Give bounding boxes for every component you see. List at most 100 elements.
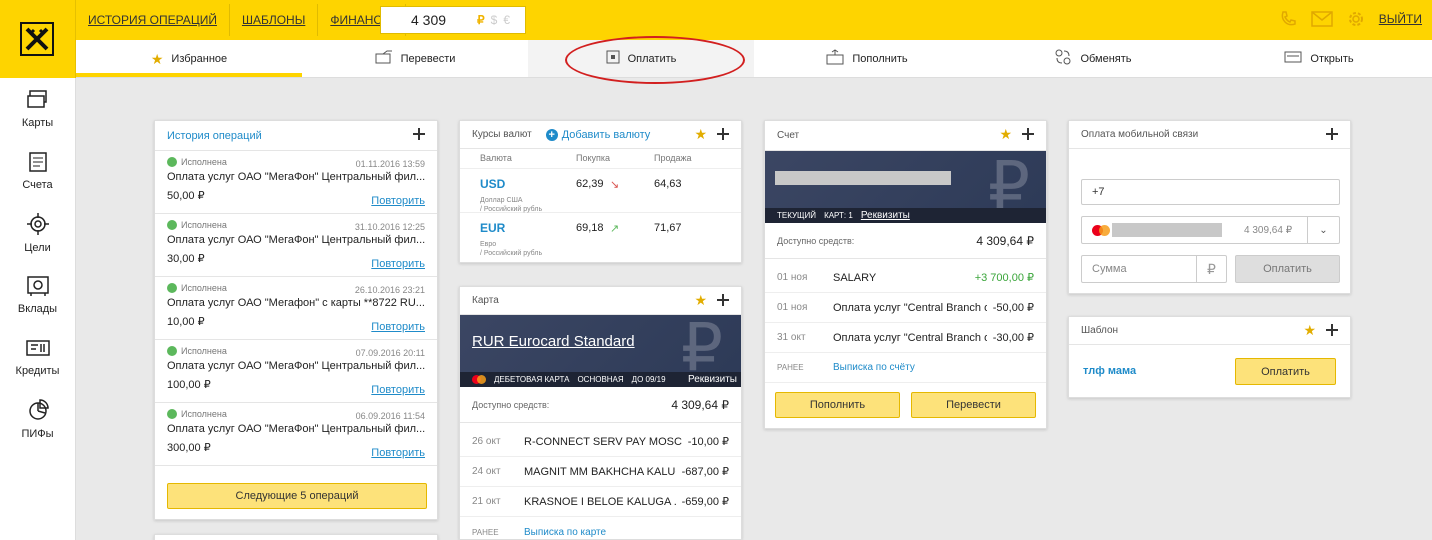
move-icon[interactable] [1326, 324, 1338, 336]
topup-button[interactable]: Пополнить [775, 392, 900, 418]
currency-code[interactable]: EUR [480, 221, 505, 235]
tab-label: Пополнить [852, 52, 908, 65]
currency-rub[interactable]: ₽ [477, 13, 485, 27]
account-statement-link[interactable]: Выписка по счёту [833, 362, 915, 373]
history-item[interactable]: Исполнена 26.10.2016 23:21 Оплата услуг … [155, 277, 437, 340]
mastercard-icon [472, 375, 486, 384]
mail-icon[interactable] [1311, 11, 1333, 27]
history-link[interactable]: ИСТОРИЯ ОПЕРАЦИЙ [76, 4, 230, 36]
tab-favorites[interactable]: ★ Избранное [76, 40, 302, 77]
history-item[interactable]: Исполнена 31.10.2016 12:25 Оплата услуг … [155, 214, 437, 277]
tx-name: SALARY [833, 271, 877, 284]
raiffeisen-logo[interactable] [0, 0, 76, 78]
sidebar-item-funds[interactable]: ПИФы [0, 388, 75, 450]
transaction-row[interactable]: 31 окт Оплата услуг "Central Branch of..… [765, 323, 1046, 353]
sidebar-item-cards[interactable]: Карты [0, 78, 75, 140]
sidebar-item-deposits[interactable]: Вклады [0, 264, 75, 326]
sidebar-item-label: Вклады [17, 302, 58, 315]
currency-symbol: ₽ [1196, 256, 1226, 282]
transaction-row[interactable]: 26 окт R-CONNECT SERV PAY MOSC... -10,00… [460, 427, 741, 457]
account-title: Счет [777, 130, 800, 141]
logout-link[interactable]: ВЫЙТИ [1379, 12, 1422, 26]
tab-topup[interactable]: Пополнить [754, 40, 980, 77]
history-desc: Оплата услуг ОАО "МегаФон" Центральный ф… [167, 423, 425, 435]
sum-input[interactable]: Сумма ₽ [1081, 255, 1227, 283]
currency-code[interactable]: USD [480, 177, 505, 191]
card-details-link[interactable]: Реквизиты [688, 374, 737, 385]
tab-pay[interactable]: Оплатить [528, 40, 754, 77]
move-icon[interactable] [1022, 128, 1034, 140]
favorite-star-icon[interactable]: ★ [999, 127, 1012, 141]
repeat-link[interactable]: Повторить [371, 321, 425, 333]
tab-exchange[interactable]: Обменять [980, 40, 1206, 77]
move-icon[interactable] [717, 128, 729, 140]
card-select-balance: 4 309,64 ₽ [1244, 224, 1293, 236]
sum-placeholder: Сумма [1092, 263, 1127, 275]
currency-usd[interactable]: $ [491, 13, 498, 27]
transaction-row[interactable]: 01 ноя SALARY +3 700,00 ₽ [765, 263, 1046, 293]
history-item[interactable]: Исполнена 01.11.2016 13:59 Оплата услуг … [155, 151, 437, 214]
card-statement-link[interactable]: Выписка по карте [524, 527, 606, 538]
move-icon[interactable] [1326, 128, 1338, 140]
chevron-down-icon[interactable]: ⌄ [1307, 217, 1339, 243]
transaction-row[interactable]: 01 ноя Оплата услуг "Central Branch of..… [765, 293, 1046, 323]
card-header: Карта ★ [460, 287, 741, 315]
history-desc: Оплата услуг ОАО "МегаФон" Центральный ф… [167, 171, 425, 183]
phone-icon[interactable] [1279, 10, 1297, 28]
check-icon [167, 157, 177, 167]
accounts-icon [28, 151, 48, 175]
card-widget-title: Карта [472, 295, 499, 306]
add-currency-icon[interactable]: + [545, 128, 558, 141]
favorite-star-icon[interactable]: ★ [1303, 323, 1316, 337]
tab-transfer[interactable]: Перевести [302, 40, 528, 77]
tx-name: MAGNIT MM BAKHCHA KALUG... [524, 465, 676, 478]
tx-amount: -659,00 ₽ [681, 496, 729, 508]
card-name-link[interactable]: RUR Eurocard Standard [472, 333, 635, 350]
repeat-link[interactable]: Повторить [371, 195, 425, 207]
transaction-row[interactable]: 24 окт MAGNIT MM BAKHCHA KALUG... -687,0… [460, 457, 741, 487]
history-item[interactable]: Исполнена 06.09.2016 11:54 Оплата услуг … [155, 403, 437, 466]
tx-date: 24 окт [472, 466, 501, 477]
column-header: Покупка [576, 153, 611, 163]
history-item[interactable]: Исполнена 07.09.2016 20:11 Оплата услуг … [155, 340, 437, 403]
currency-eur[interactable]: € [503, 13, 510, 27]
repeat-link[interactable]: Повторить [371, 384, 425, 396]
phone-input[interactable]: +7 [1081, 179, 1340, 205]
next-operations-button[interactable]: Следующие 5 операций [167, 483, 427, 509]
currency-name-line: / Российский рубль [480, 250, 543, 257]
card-banner[interactable]: ₽ RUR Eurocard Standard ДЕБЕТОВАЯ КАРТА … [460, 315, 741, 387]
transfer-button[interactable]: Перевести [911, 392, 1036, 418]
account-banner[interactable]: ₽ ТЕКУЩИЙ КАРТ: 1 Реквизиты [765, 151, 1046, 223]
templates-link[interactable]: ШАБЛОНЫ [230, 4, 319, 36]
account-cards: КАРТ: 1 [824, 211, 853, 220]
account-details-link[interactable]: Реквизиты [861, 210, 910, 221]
buy-rate: 62,39 [576, 178, 604, 190]
favorite-star-icon[interactable]: ★ [694, 127, 707, 141]
column-header: Валюта [480, 153, 512, 163]
repeat-link[interactable]: Повторить [371, 258, 425, 270]
currency-name-line: Доллар США [480, 197, 523, 204]
sidebar-item-credits[interactable]: Кредиты [0, 326, 75, 388]
history-title-link[interactable]: История операций [167, 130, 262, 142]
tx-amount: -50,00 ₽ [992, 302, 1034, 314]
mobile-pay-button[interactable]: Оплатить [1235, 255, 1340, 283]
add-currency-link[interactable]: Добавить валюту [562, 129, 651, 141]
status-text: Исполнена [181, 346, 227, 356]
fx-row-usd: USD Доллар США / Российский рубль 62,39 ↘… [460, 169, 741, 213]
sidebar-item-accounts[interactable]: Счета [0, 140, 75, 202]
status-text: Исполнена [181, 283, 227, 293]
tab-open[interactable]: Открыть [1206, 40, 1432, 77]
template-pay-button[interactable]: Оплатить [1235, 358, 1336, 385]
settings-gear-icon[interactable] [1347, 10, 1365, 28]
transaction-row[interactable]: 21 окт KRASNOE I BELOE KALUGA ... -659,0… [460, 487, 741, 517]
tx-date: 31 окт [777, 332, 806, 343]
sidebar-item-goals[interactable]: Цели [0, 202, 75, 264]
move-icon[interactable] [413, 128, 425, 140]
open-icon [1284, 51, 1302, 66]
move-icon[interactable] [717, 294, 729, 306]
card-select[interactable]: 4 309,64 ₽ ⌄ [1081, 216, 1340, 244]
repeat-link[interactable]: Повторить [371, 447, 425, 459]
favorite-star-icon[interactable]: ★ [694, 293, 707, 307]
template-name-link[interactable]: тлф мама [1083, 365, 1136, 377]
sell-rate: 71,67 [654, 222, 682, 234]
